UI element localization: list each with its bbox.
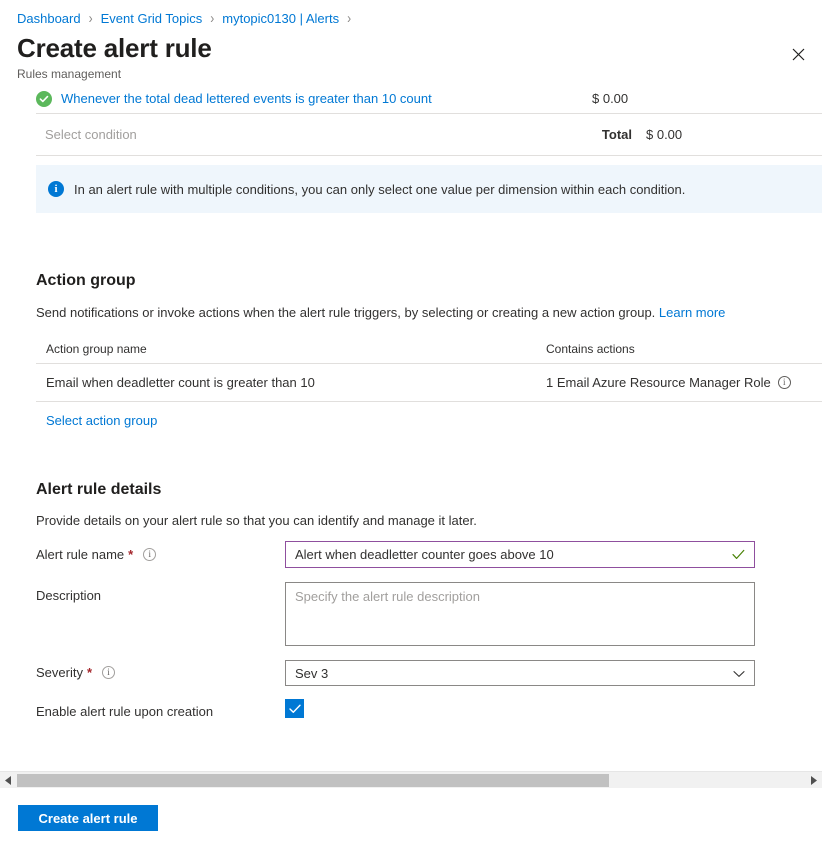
conditions-section: Whenever the total dead lettered events … xyxy=(36,84,822,156)
condition-link[interactable]: Whenever the total dead lettered events … xyxy=(61,91,592,106)
total-price: $ 0.00 xyxy=(646,127,682,142)
select-condition-label[interactable]: Select condition xyxy=(36,127,592,142)
info-icon[interactable]: i xyxy=(143,548,156,561)
page-subtitle: Rules management xyxy=(17,66,121,82)
info-icon[interactable]: i xyxy=(778,376,791,389)
description-textarea[interactable]: Specify the alert rule description xyxy=(285,582,755,646)
alert-rule-name-label-text: Alert rule name xyxy=(36,547,124,562)
scroll-left-arrow-icon[interactable] xyxy=(0,772,17,789)
alert-rule-details-description: Provide details on your alert rule so th… xyxy=(36,513,477,528)
footer-bar: Create alert rule xyxy=(0,788,822,842)
learn-more-link[interactable]: Learn more xyxy=(659,305,725,320)
cell-contains-actions: 1 Email Azure Resource Manager Role i xyxy=(546,375,822,390)
create-alert-rule-button[interactable]: Create alert rule xyxy=(18,805,158,831)
severity-label: Severity * i xyxy=(36,665,115,680)
success-check-icon xyxy=(36,91,52,107)
horizontal-scrollbar[interactable] xyxy=(0,771,822,788)
info-icon: i xyxy=(48,181,64,197)
description-label: Description xyxy=(36,588,101,603)
enable-alert-rule-label-text: Enable alert rule upon creation xyxy=(36,704,213,719)
condition-row: Whenever the total dead lettered events … xyxy=(36,84,822,114)
valid-check-icon xyxy=(732,549,745,560)
chevron-down-icon xyxy=(733,666,745,681)
breadcrumb-separator-icon: › xyxy=(89,8,93,29)
breadcrumb-item-event-grid-topics[interactable]: Event Grid Topics xyxy=(101,10,203,27)
select-condition-row: Select condition Total $ 0.00 xyxy=(36,114,822,156)
action-group-heading: Action group xyxy=(36,272,136,290)
breadcrumb: Dashboard › Event Grid Topics › mytopic0… xyxy=(17,10,359,27)
table-row[interactable]: Email when deadletter count is greater t… xyxy=(36,364,822,402)
breadcrumb-separator-icon: › xyxy=(347,8,351,29)
cell-action-group-name: Email when deadletter count is greater t… xyxy=(36,375,546,390)
alert-rule-name-label: Alert rule name * i xyxy=(36,547,156,562)
table-header-row: Action group name Contains actions xyxy=(36,335,822,364)
action-group-description: Send notifications or invoke actions whe… xyxy=(36,305,725,320)
info-banner: i In an alert rule with multiple conditi… xyxy=(36,165,822,213)
breadcrumb-item-mytopic-alerts[interactable]: mytopic0130 | Alerts xyxy=(222,10,339,27)
cell-contains-actions-text: 1 Email Azure Resource Manager Role xyxy=(546,375,771,390)
severity-value: Sev 3 xyxy=(295,666,733,681)
condition-price: $ 0.00 xyxy=(592,91,822,106)
severity-label-text: Severity xyxy=(36,665,83,680)
severity-select[interactable]: Sev 3 xyxy=(285,660,755,686)
condition-total: Total $ 0.00 xyxy=(592,127,822,142)
enable-alert-rule-label: Enable alert rule upon creation xyxy=(36,704,213,719)
info-icon[interactable]: i xyxy=(102,666,115,679)
action-group-description-text: Send notifications or invoke actions whe… xyxy=(36,305,655,320)
alert-rule-name-value: Alert when deadletter counter goes above… xyxy=(295,547,732,562)
page-title: Create alert rule xyxy=(17,32,212,64)
action-group-table: Action group name Contains actions Email… xyxy=(36,335,822,402)
create-alert-rule-blade: Dashboard › Event Grid Topics › mytopic0… xyxy=(0,0,822,842)
info-banner-text: In an alert rule with multiple condition… xyxy=(74,182,685,197)
description-placeholder: Specify the alert rule description xyxy=(295,589,480,604)
enable-alert-rule-checkbox[interactable] xyxy=(285,699,304,718)
column-header-contains-actions: Contains actions xyxy=(546,342,822,356)
scrollbar-thumb[interactable] xyxy=(17,774,609,787)
close-icon[interactable] xyxy=(782,38,814,70)
scrollbar-track[interactable] xyxy=(17,772,805,789)
alert-rule-name-input[interactable]: Alert when deadletter counter goes above… xyxy=(285,541,755,568)
total-label: Total xyxy=(592,127,632,142)
scroll-right-arrow-icon[interactable] xyxy=(805,772,822,789)
required-marker: * xyxy=(128,547,133,562)
select-action-group-link[interactable]: Select action group xyxy=(46,413,157,428)
breadcrumb-separator-icon: › xyxy=(210,8,214,29)
alert-rule-details-heading: Alert rule details xyxy=(36,481,161,499)
column-header-action-group-name: Action group name xyxy=(36,342,546,356)
required-marker: * xyxy=(87,665,92,680)
description-label-text: Description xyxy=(36,588,101,603)
breadcrumb-item-dashboard[interactable]: Dashboard xyxy=(17,10,81,27)
